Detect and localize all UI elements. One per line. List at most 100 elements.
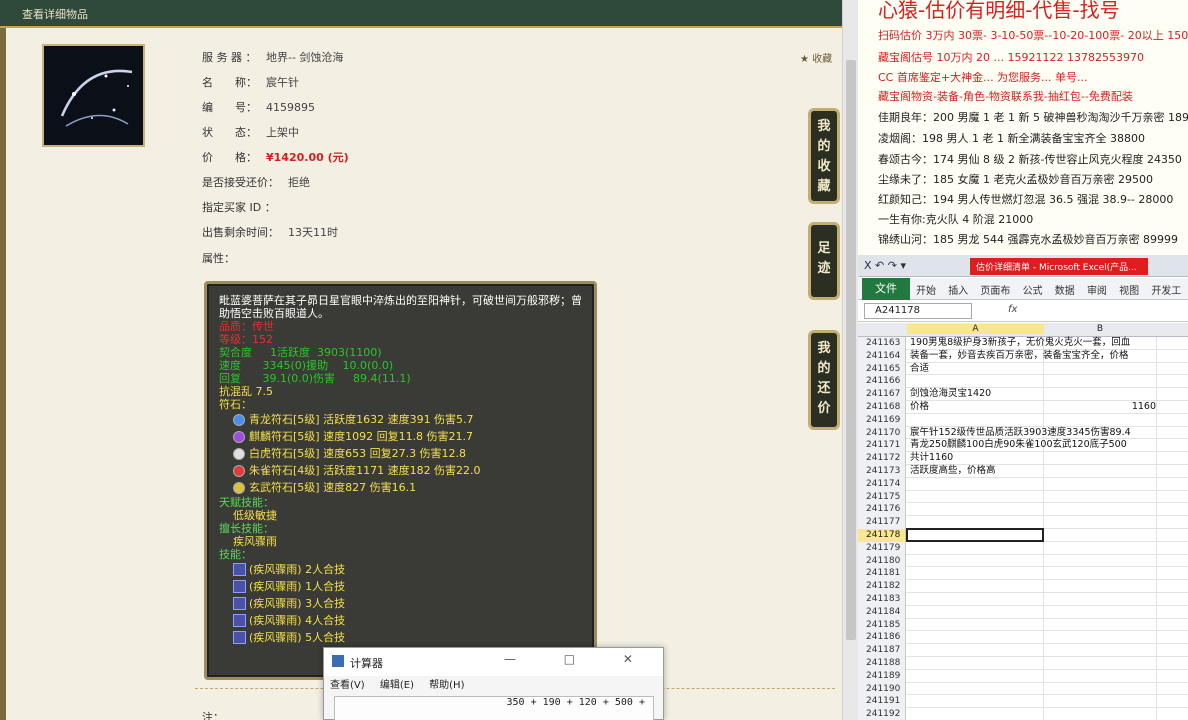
row-number[interactable]: 241174 (858, 477, 906, 491)
sheet-row[interactable]: 241170 宸午针152级传世品质活跃3903速度3345伤害89.4 (858, 426, 1188, 440)
cell-a[interactable]: 青龙250麒麟100白虎90朱雀100玄武120底子500 (907, 439, 1127, 451)
tab-page-layout[interactable]: 页面布 (980, 286, 1010, 297)
row-number[interactable]: 241185 (858, 618, 906, 632)
row-number[interactable]: 241182 (858, 580, 906, 593)
row-number[interactable]: 241178 (858, 528, 906, 542)
skill-icon (233, 597, 246, 610)
menu-view[interactable]: 查看(V) (330, 680, 365, 691)
cell-a[interactable]: 活跃度高些，价格高 (907, 465, 996, 477)
sheet-row[interactable]: 241188 (858, 656, 1188, 670)
row-number[interactable]: 241169 (858, 413, 906, 427)
row-number[interactable]: 241168 (858, 400, 906, 414)
excel-titlebar[interactable]: X ↶ ↷ ▾ 估价详细清单 - Microsoft Excel(产品... (858, 255, 1188, 277)
column-b-header[interactable]: B (1044, 324, 1156, 334)
row-number[interactable]: 241179 (858, 541, 906, 555)
row-number[interactable]: 241183 (858, 592, 906, 606)
row-number[interactable]: 241167 (858, 388, 906, 401)
window-controls[interactable]: — □ ✕ (504, 652, 655, 666)
row-number[interactable]: 241170 (858, 426, 906, 440)
tab-formulas[interactable]: 公式 (1023, 286, 1043, 297)
row-number[interactable]: 241172 (858, 452, 906, 465)
row-number[interactable]: 241177 (858, 516, 906, 529)
sheet-row[interactable]: 241184 (858, 605, 1188, 619)
sheet-row[interactable]: 241167 剑蚀沧海灵宝1420 (858, 388, 1188, 401)
row-number[interactable]: 241176 (858, 503, 906, 517)
row-number[interactable]: 241171 (858, 439, 906, 453)
cell-a[interactable]: 共计1160 (907, 452, 953, 464)
sheet-row[interactable]: 241179 (858, 541, 1188, 555)
sheet-row[interactable]: 241185 (858, 618, 1188, 632)
sheet-row[interactable]: 241171 青龙250麒麟100白虎90朱雀100玄武120底子500 (858, 439, 1188, 453)
row-number[interactable]: 241165 (858, 362, 906, 376)
sheet-row[interactable]: 241172 共计1160 (858, 452, 1188, 465)
favorite-link[interactable]: ★ 收藏 (800, 50, 832, 65)
my-counteroffers-tab[interactable]: 我的还价 (808, 330, 840, 430)
tab-review[interactable]: 审阅 (1087, 286, 1107, 297)
sheet-row[interactable]: 241189 (858, 669, 1188, 683)
sheet-row[interactable]: 241191 (858, 695, 1188, 709)
name-box[interactable]: A241178 (864, 303, 972, 319)
sheet-row[interactable]: 241163 190男鬼8级护身3新孩子，无价鬼火克火一套，回血 (858, 337, 1188, 350)
scrollbar-thumb[interactable] (846, 60, 856, 640)
row-number[interactable]: 241166 (858, 375, 906, 389)
row-number[interactable]: 241175 (858, 490, 906, 504)
tab-home[interactable]: 开始 (916, 286, 936, 297)
row-number[interactable]: 241192 (858, 708, 906, 720)
row-number[interactable]: 241163 (858, 337, 906, 350)
sheet-row[interactable]: 241192 (858, 708, 1188, 720)
column-a-header[interactable]: A (907, 324, 1044, 334)
row-number[interactable]: 241190 (858, 682, 906, 696)
sheet-row[interactable]: 241183 (858, 592, 1188, 606)
cell-b[interactable]: 1160 (1044, 401, 1156, 413)
calculator-titlebar[interactable]: 计算器 — □ ✕ (324, 648, 663, 676)
selected-cell[interactable] (906, 528, 1044, 542)
cell-a[interactable]: 装备一套，妙音去疾百万亲密，装备宝宝齐全，价格 (907, 350, 1129, 362)
row-number[interactable]: 241189 (858, 669, 906, 683)
sheet-row[interactable]: 241176 (858, 503, 1188, 517)
notes-line: 藏宝阁估号 10万内 20 ... 15921122 13782553970 (878, 51, 1144, 64)
cell-a[interactable]: 190男鬼8级护身3新孩子，无价鬼火克火一套，回血 (907, 337, 1130, 349)
cell-a[interactable]: 价格 (907, 401, 929, 413)
row-number[interactable]: 241173 (858, 464, 906, 478)
sheet-row[interactable]: 241182 (858, 580, 1188, 593)
sheet-row[interactable]: 241166 (858, 375, 1188, 389)
cell-a[interactable]: 剑蚀沧海灵宝1420 (907, 388, 991, 400)
tab-view[interactable]: 视图 (1119, 286, 1139, 297)
sheet-row[interactable]: 241181 (858, 567, 1188, 581)
sheet-row[interactable]: 241187 (858, 644, 1188, 657)
row-number[interactable]: 241184 (858, 605, 906, 619)
tab-data[interactable]: 数据 (1055, 286, 1075, 297)
cell-a[interactable]: 宸午针152级传世品质活跃3903速度3345伤害89.4 (907, 427, 1131, 439)
file-tab[interactable]: 文件 (862, 278, 910, 300)
my-favorites-tab[interactable]: 我的收藏 (808, 108, 840, 204)
tab-insert[interactable]: 插入 (948, 286, 968, 297)
row-number[interactable]: 241180 (858, 554, 906, 568)
menu-edit[interactable]: 编辑(E) (380, 680, 414, 691)
row-number[interactable]: 241188 (858, 656, 906, 670)
sheet-row[interactable]: 241175 (858, 490, 1188, 504)
fx-icon[interactable]: fx (1008, 304, 1017, 315)
sheet-row[interactable]: 241186 (858, 631, 1188, 645)
sheet-row[interactable]: 241168 价格 1160 (858, 400, 1188, 414)
sheet-row[interactable]: 241190 (858, 682, 1188, 696)
sheet-row[interactable]: 241165 合适 (858, 362, 1188, 376)
row-number[interactable]: 241187 (858, 644, 906, 657)
quick-access-toolbar[interactable]: X ↶ ↷ ▾ (864, 259, 906, 272)
sheet-row[interactable]: 241180 (858, 554, 1188, 568)
footprint-tab[interactable]: 足迹 (808, 222, 840, 300)
row-number[interactable]: 241164 (858, 349, 906, 363)
row-number[interactable]: 241191 (858, 695, 906, 709)
sheet-row[interactable]: 241173 活跃度高些，价格高 (858, 464, 1188, 478)
sheet-row[interactable]: 241164 装备一套，妙音去疾百万亲密，装备宝宝齐全，价格 (858, 349, 1188, 363)
sheet-row[interactable]: 241174 (858, 477, 1188, 491)
skill-text: (疾风骤雨) 5人合技 (249, 631, 346, 644)
row-number[interactable]: 241181 (858, 567, 906, 581)
cell-a[interactable]: 合适 (907, 363, 929, 375)
row-number[interactable]: 241186 (858, 631, 906, 645)
sheet-grid[interactable]: 241163 190男鬼8级护身3新孩子，无价鬼火克火一套，回血 241164 装备一… (858, 337, 1188, 720)
page-scrollbar[interactable] (842, 0, 858, 720)
tab-developer[interactable]: 开发工 (1151, 286, 1181, 297)
field-label: 出售剩余时间： (202, 226, 279, 239)
sheet-row[interactable]: 241169 (858, 413, 1188, 427)
menu-help[interactable]: 帮助(H) (429, 680, 464, 691)
